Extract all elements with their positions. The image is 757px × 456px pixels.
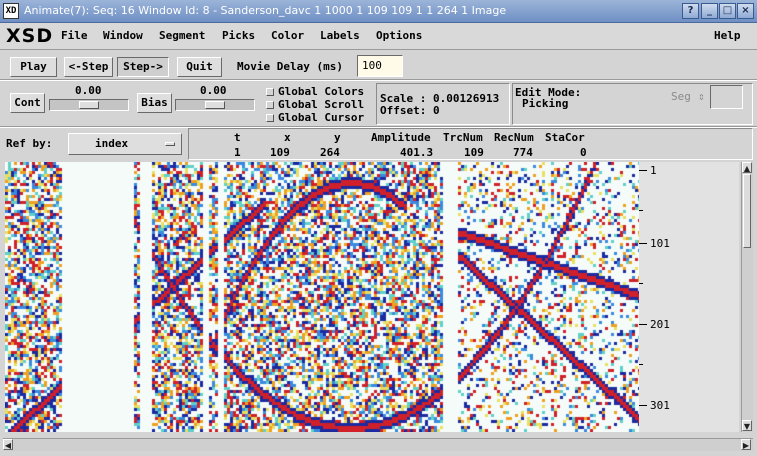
seg-label: Seg bbox=[671, 90, 691, 103]
readout-header-y: y bbox=[334, 131, 341, 144]
window-title: Animate(7): Seq: 16 Window Id: 8 - Sande… bbox=[24, 4, 507, 17]
movie-delay-input[interactable]: 100 bbox=[357, 55, 403, 77]
readout-value-trcnum: 109 bbox=[464, 146, 484, 159]
seismic-image[interactable] bbox=[5, 162, 639, 432]
global-cursor-label: Global Cursor bbox=[278, 111, 365, 124]
horizontal-scrollbar[interactable]: ◀ ▶ bbox=[3, 438, 753, 451]
menu-segment[interactable]: Segment bbox=[159, 29, 205, 42]
readout-header-recnum: RecNum bbox=[494, 131, 534, 144]
bias-slider[interactable] bbox=[175, 99, 255, 111]
axis-tick bbox=[639, 405, 647, 406]
menu-file[interactable]: File bbox=[61, 29, 88, 42]
vertical-scrollbar[interactable]: ▲ ▼ bbox=[741, 162, 753, 432]
movie-delay-label: Movie Delay (ms) bbox=[237, 60, 343, 73]
global-scroll-label: Global Scroll bbox=[278, 98, 365, 111]
edit-mode-value: Picking bbox=[522, 97, 569, 110]
trace-axis: 1 101 201 301 bbox=[639, 162, 739, 432]
offset-value: Offset: 0 bbox=[380, 104, 440, 117]
ref-by-label: Ref by: bbox=[6, 137, 53, 150]
seg-spin-icon[interactable]: ⇕ bbox=[698, 90, 705, 103]
scroll-up-icon[interactable]: ▲ bbox=[742, 162, 752, 173]
bias-slider-thumb[interactable] bbox=[205, 101, 225, 109]
seismic-canvas[interactable] bbox=[5, 162, 639, 432]
axis-tick bbox=[639, 324, 647, 325]
xsd-logo: XSD bbox=[6, 25, 54, 47]
menu-help[interactable]: Help bbox=[714, 29, 741, 42]
menu-color[interactable]: Color bbox=[271, 29, 304, 42]
menu-labels[interactable]: Labels bbox=[320, 29, 360, 42]
readout-header-stacor: StaCor bbox=[545, 131, 585, 144]
menu-window[interactable]: Window bbox=[103, 29, 143, 42]
cont-button[interactable]: Cont bbox=[10, 93, 45, 113]
menu-bar: XSD File Window Segment Picks Color Labe… bbox=[0, 23, 757, 50]
readout-header-x: x bbox=[284, 131, 291, 144]
global-cursor-checkbox[interactable] bbox=[266, 114, 274, 122]
ref-by-value: index bbox=[95, 137, 129, 150]
axis-tick bbox=[639, 283, 643, 284]
readout-value-recnum: 774 bbox=[513, 146, 533, 159]
readout-header-trcnum: TrcNum bbox=[443, 131, 483, 144]
vertical-scroll-thumb[interactable] bbox=[743, 174, 751, 248]
cont-slider[interactable] bbox=[49, 99, 129, 111]
axis-tick bbox=[639, 210, 643, 211]
dropdown-indicator-icon bbox=[165, 142, 175, 146]
axis-label-301: 301 bbox=[650, 399, 670, 412]
global-scroll-checkbox[interactable] bbox=[266, 101, 274, 109]
cont-value: 0.00 bbox=[75, 84, 102, 97]
play-button[interactable]: Play bbox=[10, 57, 57, 77]
quit-button[interactable]: Quit bbox=[177, 57, 222, 77]
step-forward-button[interactable]: Step-> bbox=[117, 57, 169, 77]
bias-button[interactable]: Bias bbox=[137, 93, 172, 113]
readout-value-amplitude: 401.3 bbox=[400, 146, 434, 159]
readout-header-amplitude: Amplitude bbox=[371, 131, 431, 144]
axis-tick bbox=[639, 364, 643, 365]
axis-label-101: 101 bbox=[650, 237, 670, 250]
readout-value-t: 1 bbox=[234, 146, 241, 159]
maximize-icon[interactable]: □ bbox=[719, 3, 736, 19]
axis-tick bbox=[639, 170, 647, 171]
scroll-right-icon[interactable]: ▶ bbox=[741, 439, 751, 450]
axis-label-201: 201 bbox=[650, 318, 670, 331]
scroll-left-icon[interactable]: ◀ bbox=[3, 439, 13, 450]
minimize-icon[interactable]: _ bbox=[701, 3, 718, 19]
readout-value-x: 109 bbox=[270, 146, 290, 159]
close-icon[interactable]: × bbox=[737, 3, 754, 19]
step-back-button[interactable]: <-Step bbox=[64, 57, 113, 77]
cont-slider-thumb[interactable] bbox=[79, 101, 99, 109]
seg-input[interactable] bbox=[710, 85, 743, 109]
axis-label-1: 1 bbox=[650, 164, 657, 177]
menu-options[interactable]: Options bbox=[376, 29, 422, 42]
global-colors-checkbox[interactable] bbox=[266, 88, 274, 96]
readout-value-stacor: 0 bbox=[580, 146, 587, 159]
axis-tick bbox=[639, 243, 647, 244]
ref-by-select[interactable]: index bbox=[68, 133, 182, 155]
menu-icon[interactable]: ? bbox=[682, 3, 699, 19]
separator bbox=[0, 79, 757, 81]
readout-header-t: t bbox=[234, 131, 241, 144]
xsd-icon[interactable]: XD bbox=[3, 3, 19, 19]
bias-value: 0.00 bbox=[200, 84, 227, 97]
scroll-down-icon[interactable]: ▼ bbox=[742, 420, 752, 431]
global-colors-label: Global Colors bbox=[278, 85, 365, 98]
title-bar[interactable]: XD Animate(7): Seq: 16 Window Id: 8 - Sa… bbox=[0, 0, 757, 23]
readout-value-y: 264 bbox=[320, 146, 340, 159]
menu-picks[interactable]: Picks bbox=[222, 29, 255, 42]
